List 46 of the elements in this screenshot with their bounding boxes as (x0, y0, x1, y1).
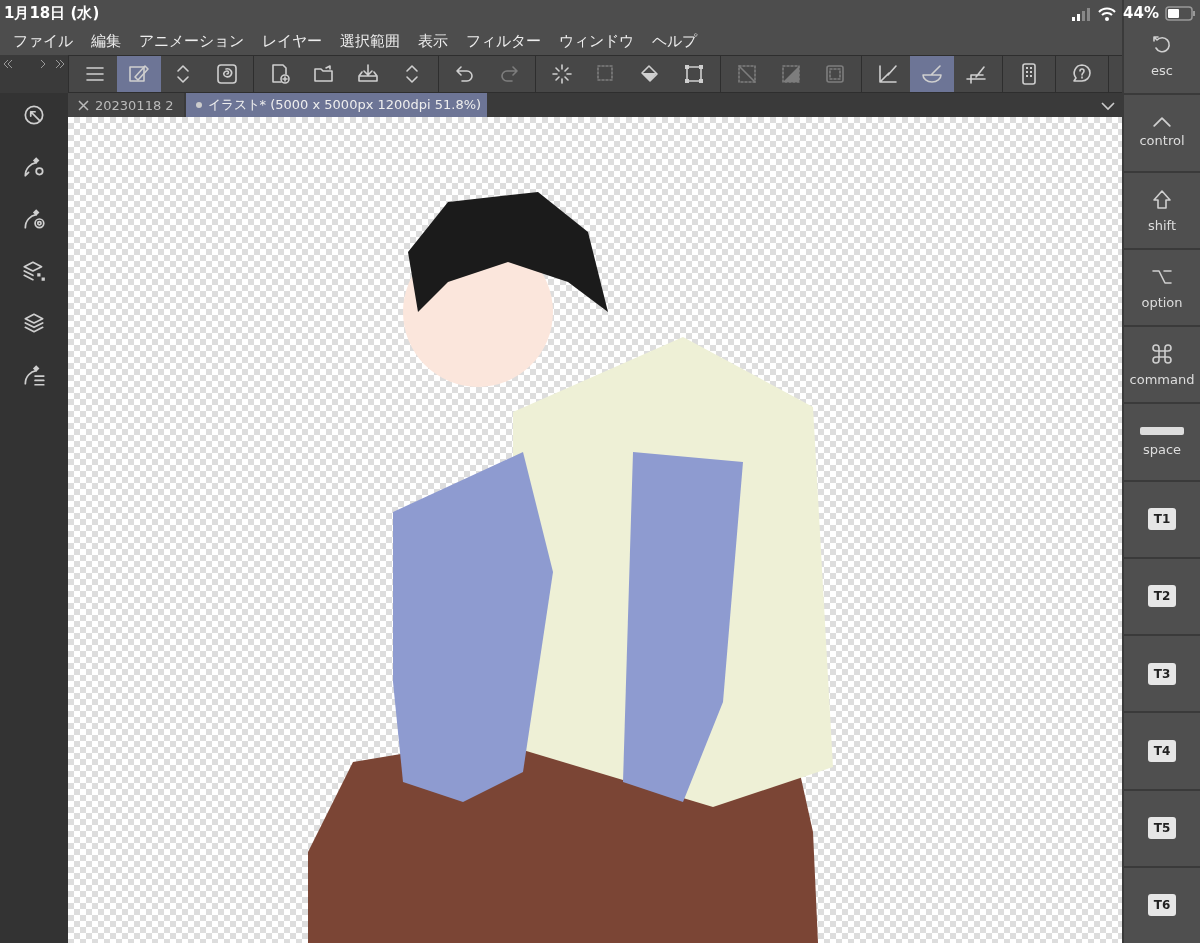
document-tab[interactable]: イラスト* (5000 x 5000px 1200dpi 51.8%) (185, 93, 488, 117)
modifier-key[interactable]: option (1124, 249, 1200, 325)
menu-item[interactable]: 表示 (409, 27, 457, 54)
bowl-pen-icon (920, 62, 944, 86)
toolbar-button[interactable] (910, 56, 954, 92)
chevron-down-icon (1100, 100, 1116, 111)
toolbar-button[interactable] (117, 56, 161, 92)
modifier-key[interactable]: space (1124, 404, 1200, 480)
wifi-icon (1097, 5, 1118, 21)
modifier-key[interactable]: command (1124, 327, 1200, 403)
collapse-left-icon[interactable] (2, 59, 14, 69)
deselect-icon (735, 62, 759, 86)
status-date: 1月18日 (水) (4, 3, 100, 23)
border-selection-icon (823, 62, 847, 86)
modified-dot-icon (195, 102, 202, 108)
ruler-pen-icon (876, 62, 900, 86)
document-tab[interactable]: 20230118 2 (68, 93, 184, 117)
menu-item[interactable]: 選択範囲 (331, 27, 409, 54)
modifier-key[interactable]: T1 (1124, 481, 1200, 557)
menu-item[interactable]: レイヤー (253, 27, 331, 54)
expand-right-icon[interactable] (38, 59, 66, 69)
command-key-icon (1150, 342, 1174, 367)
invert-selection-icon (779, 62, 803, 86)
modifier-key[interactable]: T2 (1124, 558, 1200, 634)
modifier-key[interactable]: T4 (1124, 713, 1200, 789)
modifier-key[interactable]: T6 (1124, 867, 1200, 943)
menu-item[interactable]: ヘルプ (643, 27, 706, 54)
modifier-key[interactable]: shift (1124, 172, 1200, 248)
swirl-icon (215, 62, 239, 86)
modifier-key[interactable]: T5 (1124, 790, 1200, 866)
close-icon (78, 99, 89, 111)
signal-icon (1071, 5, 1092, 21)
spinner-icon (550, 62, 574, 86)
menu-item[interactable]: ウィンドウ (550, 27, 643, 54)
menu-item[interactable]: 編集 (82, 27, 130, 54)
modifier-key[interactable]: control (1124, 95, 1200, 171)
shift-arrow-icon (1150, 187, 1174, 212)
battery-icon (1165, 5, 1196, 21)
menu-item[interactable]: アニメーション (130, 27, 253, 54)
menu-item[interactable]: ファイル (4, 27, 82, 54)
menu-item[interactable]: フィルター (457, 27, 550, 54)
modifier-key[interactable]: T3 (1124, 636, 1200, 712)
transform-box-icon (682, 62, 706, 86)
battery-percent: 44% (1123, 4, 1159, 22)
caret-icon (1153, 117, 1171, 128)
space-bar-icon (1139, 426, 1185, 437)
